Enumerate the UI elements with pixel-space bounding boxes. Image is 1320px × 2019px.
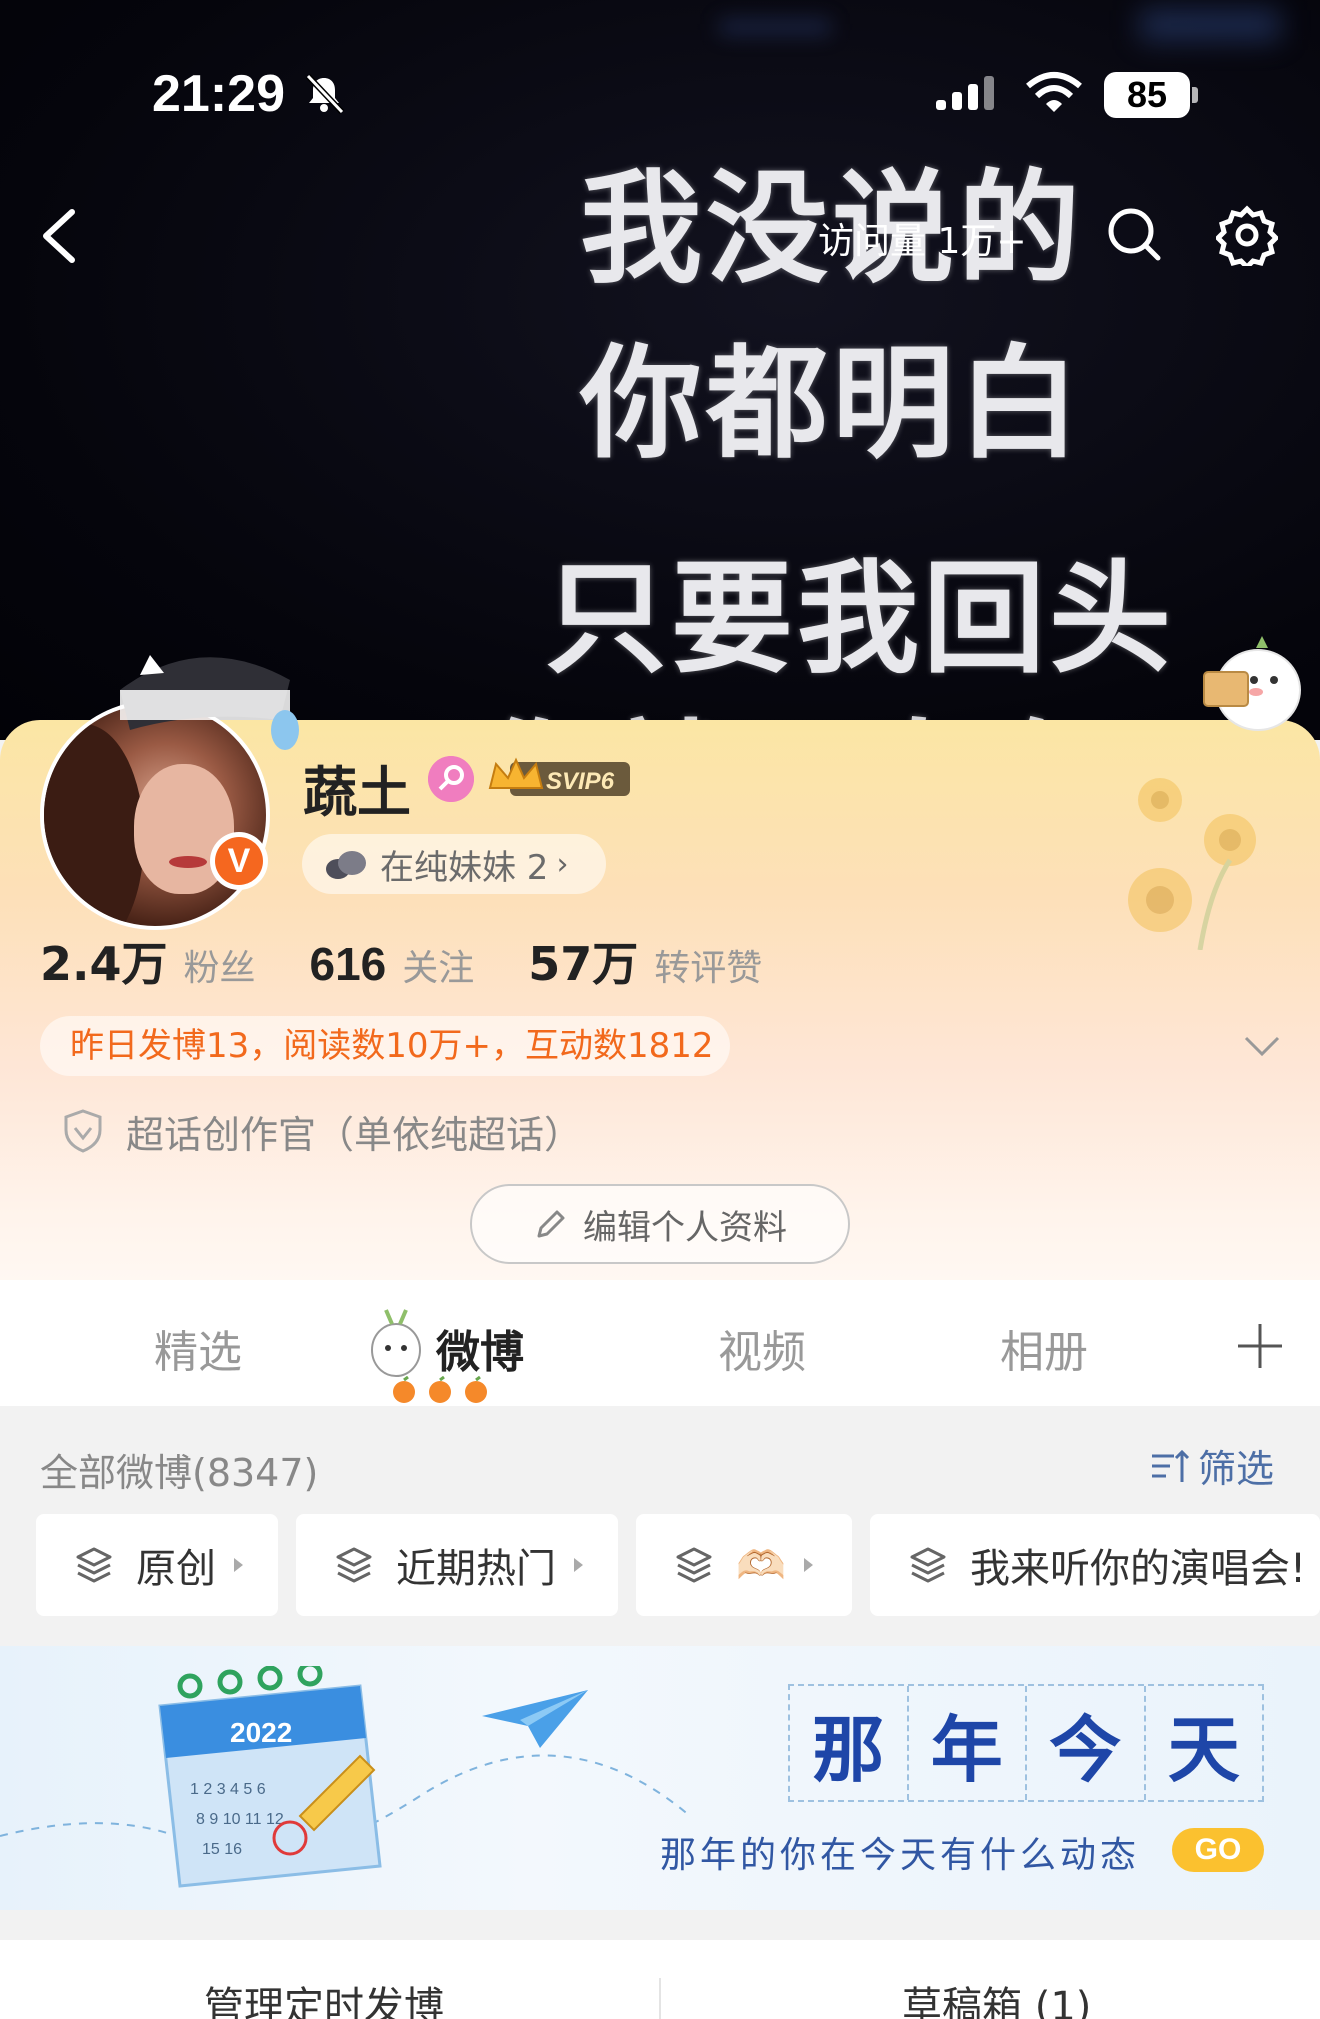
category-chips: 原创 近期热门 🫶🏻 我来听你的演唱会! — [36, 1514, 1320, 1616]
profile-tabs: 精选 微博 视频 相册 — [0, 1280, 1320, 1406]
all-posts-count: 全部微博(8347) — [40, 1451, 319, 1495]
status-bar: 21:29 85 — [0, 60, 1320, 130]
cover-text-line: 你都明白 — [580, 333, 1084, 475]
yesterday-summary[interactable]: 昨日发博13，阅读数10万+，互动数1812 — [40, 1016, 730, 1076]
on-this-day-subtitle: 那年的你在今天有什么动态 — [660, 1835, 1141, 1876]
wifi-icon — [1026, 72, 1082, 112]
creator-badge-row[interactable]: 超话创作官（单依纯超话） — [62, 1104, 582, 1158]
post-actions-bar: 管理定时发博 草稿箱 (1) — [0, 1940, 1320, 2019]
filter-button[interactable]: 筛选 — [1148, 1438, 1274, 1493]
following-count[interactable]: 616 — [310, 937, 387, 991]
sunflower-decoration-icon — [1128, 778, 1256, 950]
title-char: 天 — [1167, 1706, 1240, 1792]
verified-badge: V — [210, 832, 268, 890]
battery-level: 85 — [1104, 72, 1190, 118]
profile-stats: 2.4万 粉丝 616 关注 57万 转评赞 — [40, 928, 816, 991]
paper-plane-icon — [482, 1690, 588, 1748]
tab-videos[interactable]: 视频 — [718, 1316, 806, 1380]
title-char: 年 — [909, 1686, 1027, 1800]
filter-icon — [1152, 1449, 1190, 1482]
cover-text-line: 只要我回头 — [545, 548, 1175, 690]
status-time: 21:29 — [152, 65, 285, 123]
following-label[interactable]: 关注 — [402, 939, 474, 991]
add-tab-icon[interactable] — [1234, 1320, 1286, 1372]
chip-label: 🫶🏻 — [736, 1542, 786, 1589]
svip-badge[interactable]: SVIP6 — [488, 754, 634, 802]
chip-recent-hot[interactable]: 近期热门 — [296, 1514, 618, 1616]
profile-name: 蔬土 — [303, 761, 411, 824]
on-this-day-title: 那 年 今 天 — [788, 1684, 1264, 1802]
go-button[interactable]: GO — [1172, 1828, 1264, 1872]
caret-right-icon — [574, 1558, 583, 1572]
edit-profile-button[interactable]: 编辑个人资料 — [470, 1184, 850, 1264]
cover-image[interactable]: 我没说的 你都明白 只要我回头 你就一直在 21:29 85 访问量 1万+ — [0, 0, 1320, 740]
followers-count[interactable]: 2.4万 — [40, 928, 168, 994]
calendar-year: 2022 — [230, 1717, 292, 1748]
mascot-sticker-icon — [1203, 636, 1301, 731]
interactions-count[interactable]: 57万 — [528, 928, 638, 994]
layers-icon — [910, 1547, 946, 1583]
back-arrow-icon[interactable] — [30, 204, 90, 268]
cellular-signal-icon — [936, 76, 994, 110]
supertopic-label: 在纯妹妹 2 — [380, 847, 549, 888]
creator-badge-label: 超话创作官（单依纯超话） — [126, 1112, 583, 1157]
drafts-button[interactable]: 草稿箱 (1) — [902, 1974, 1091, 2019]
layers-icon — [676, 1547, 712, 1583]
chevron-down-icon[interactable] — [1240, 1026, 1284, 1066]
female-gender-icon — [428, 756, 474, 802]
calendar-icon: 2022 1 2 3 4 5 6 8 9 10 11 12 15 16 — [158, 1666, 382, 1888]
bell-muted-icon — [305, 73, 345, 115]
supertopic-chip[interactable]: 在纯妹妹 2 › — [302, 834, 606, 894]
svip-label: SVIP6 — [546, 768, 615, 795]
edit-profile-label: 编辑个人资料 — [583, 1207, 787, 1248]
tab-weibo[interactable]: 微博 — [436, 1316, 524, 1380]
avatar-pendant-icon — [120, 655, 299, 750]
tab-featured[interactable]: 精选 — [154, 1316, 242, 1380]
avatar[interactable] — [40, 655, 299, 930]
layers-icon — [336, 1547, 372, 1583]
feed-header: 全部微博(8347) 筛选 原创 近期热门 🫶🏻 我来听你的演唱会! — [0, 1406, 1320, 1646]
filter-label: 筛选 — [1198, 1447, 1275, 1491]
top-nav: 访问量 1万+ — [0, 190, 1320, 280]
chip-concert[interactable]: 我来听你的演唱会! — [870, 1514, 1320, 1616]
chip-emoji[interactable]: 🫶🏻 — [636, 1514, 852, 1616]
title-char: 那 — [790, 1686, 909, 1800]
battery-indicator: 85 — [1104, 72, 1198, 118]
pencil-icon — [537, 1210, 565, 1238]
interactions-label[interactable]: 转评赞 — [654, 939, 762, 991]
divider — [659, 1978, 661, 2019]
chip-label: 近期热门 — [396, 1546, 556, 1592]
svg-text:8 9 10 11 12: 8 9 10 11 12 — [196, 1811, 284, 1828]
gear-icon[interactable] — [1216, 204, 1278, 266]
caret-right-icon — [234, 1558, 243, 1572]
radish-mascot-icon — [371, 1309, 421, 1377]
cover-light — [720, 20, 830, 34]
followers-label[interactable]: 粉丝 — [184, 939, 256, 991]
visit-count: 访问量 1万+ — [818, 221, 1027, 262]
shield-icon — [64, 1109, 102, 1153]
scheduled-posts-button[interactable]: 管理定时发博 — [204, 1974, 444, 2019]
svg-text:15 16: 15 16 — [202, 1841, 242, 1858]
on-this-day-banner[interactable]: 2022 1 2 3 4 5 6 8 9 10 11 12 15 16 那 年 今 … — [0, 1646, 1320, 1910]
orange-decoration-icon — [393, 1376, 487, 1403]
cloud-icon — [326, 851, 366, 879]
layers-icon — [76, 1547, 112, 1583]
title-char: 今 — [1027, 1686, 1146, 1800]
svg-text:1 2 3 4 5 6: 1 2 3 4 5 6 — [190, 1781, 266, 1798]
caret-right-icon — [803, 1558, 813, 1572]
chevron-right-icon: › — [556, 846, 569, 882]
chip-label: 我来听你的演唱会! — [970, 1546, 1307, 1592]
chip-original[interactable]: 原创 — [36, 1514, 278, 1616]
chip-label: 原创 — [136, 1546, 216, 1592]
tab-albums[interactable]: 相册 — [1000, 1316, 1088, 1380]
verified-v-icon: V — [215, 837, 263, 885]
cover-light — [1140, 10, 1280, 40]
search-icon[interactable] — [1104, 204, 1164, 264]
